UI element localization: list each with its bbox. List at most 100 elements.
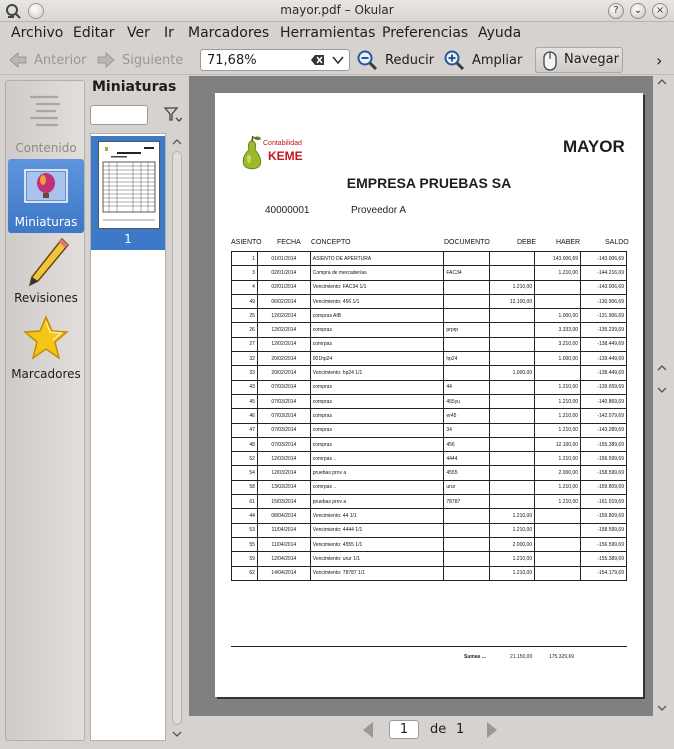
sidebar-item-thumbnails-label: Miniaturas [14, 215, 78, 229]
cell-concepto: compras [309, 379, 445, 395]
cell-saldo: -154.179,69 [580, 565, 627, 581]
next-page-button[interactable]: Siguiente [96, 49, 183, 71]
cell-saldo: -158.599,69 [580, 522, 627, 538]
cell-saldo: -159.809,69 [580, 508, 627, 524]
contents-icon [30, 95, 60, 127]
report-title: MAYOR [563, 137, 625, 156]
cell-asiento: 46 [231, 408, 258, 424]
cell-debe: 2.000,00 [489, 536, 536, 553]
sidebar-item-reviews[interactable]: Revisiones [8, 235, 84, 309]
cell-asiento: 59 [231, 551, 258, 567]
cell-haber: 12.100,00 [534, 436, 582, 453]
cell-asiento: 54 [231, 465, 258, 481]
menu-preferencias[interactable]: Preferencias [382, 25, 468, 41]
help-button[interactable]: ? [608, 3, 624, 19]
col-header-haber: HABER [556, 239, 581, 246]
cell-debe: 1.210,00 [489, 551, 536, 567]
cell-documento [443, 565, 491, 581]
cell-fecha: 02/01/2014 [256, 279, 311, 295]
ledger-row: 47 07/03/2014 compras 34 1.210,00 -143.289,69 [231, 422, 627, 438]
previous-page-arrow-icon[interactable] [361, 721, 375, 739]
filter-icon[interactable] [164, 107, 182, 123]
zoom-combobox[interactable]: 71,68% [200, 49, 350, 71]
document-view[interactable]: Contabilidad KEME MAYOR EMPRESA PRUEBAS … [189, 76, 671, 716]
cell-documento [443, 293, 491, 310]
toolbar-overflow-button[interactable]: › [656, 49, 662, 71]
menu-ayuda[interactable]: Ayuda [478, 25, 521, 41]
cell-saldo: -143.289,69 [580, 422, 627, 438]
cell-saldo: -139.449,69 [580, 351, 627, 367]
cell-fecha: 07/03/2014 [256, 393, 311, 410]
cell-fecha: 12/03/2014 [256, 451, 311, 467]
cell-concepto: compras [309, 436, 445, 453]
cell-concepto: ASIENTO DE APERTURA [309, 250, 445, 267]
cell-saldo: -143.006,69 [580, 279, 627, 295]
thumbnails-search-input[interactable] [90, 105, 148, 125]
next-page-arrow-icon[interactable] [485, 721, 499, 739]
cell-fecha: 01/01/2014 [256, 250, 311, 267]
cell-saldo: -140.869,69 [580, 393, 627, 410]
menu-marcadores[interactable]: Marcadores [188, 25, 269, 41]
page-total: 1 [456, 722, 465, 737]
ledger-row: 43 07/03/2014 compras 44 1.210,00 -139.659,69 [231, 379, 627, 395]
cell-asiento: 55 [231, 536, 258, 553]
thumbnails-scrollbar[interactable] [170, 135, 184, 741]
cell-saldo: -155.389,69 [580, 551, 627, 567]
cell-asiento: 1 [231, 250, 258, 267]
clear-text-icon[interactable] [311, 54, 325, 66]
cell-saldo: -139.659,69 [580, 379, 627, 395]
cell-asiento: 45 [231, 393, 258, 410]
thumbnail-list[interactable]: 1 [90, 133, 166, 741]
cell-concepto: comrpas .. [309, 479, 445, 496]
doc-scroll-middle-icon[interactable] [657, 364, 667, 394]
sidebar-item-bookmarks[interactable]: Marcadores [8, 311, 84, 385]
cell-debe: 1.210,00 [489, 279, 536, 295]
doc-scroll-down-icon[interactable] [657, 704, 667, 712]
cell-haber [534, 522, 582, 538]
cell-concepto: 001hp24 [309, 351, 445, 367]
cell-concepto: Vencimiento: 456 1/1 [309, 293, 445, 310]
cell-debe [489, 322, 536, 338]
menu-ver[interactable]: Ver [127, 25, 150, 41]
ledger-row: 44 08/04/2014 Vencimiento: 44 1/1 1.210,00 -… [231, 508, 627, 524]
menu-herramientas[interactable]: Herramientas [280, 25, 375, 41]
account-code: 40000001 [265, 205, 310, 216]
logo-name: KEME [268, 149, 303, 163]
scroll-down-icon[interactable] [172, 729, 182, 739]
chevron-down-icon[interactable] [331, 54, 345, 66]
cell-fecha: 07/03/2014 [256, 422, 311, 438]
browse-tool-button[interactable]: Navegar [535, 47, 623, 73]
sidebar-item-thumbnails[interactable]: Miniaturas [8, 159, 84, 233]
thumbnails-scroll-track[interactable] [172, 151, 182, 725]
cell-debe: 1.210,00 [489, 508, 536, 524]
cell-debe [489, 379, 536, 395]
close-button[interactable]: × [652, 3, 668, 19]
cell-asiento: 32 [231, 351, 258, 367]
zoom-out-button[interactable]: Reducir [357, 49, 434, 71]
previous-page-button[interactable]: Anterior [8, 49, 86, 71]
cell-fecha: 13/03/2014 [256, 479, 311, 496]
scroll-up-icon[interactable] [172, 137, 182, 147]
doc-scroll-up-icon[interactable] [657, 78, 667, 86]
cell-asiento: 3 [231, 265, 258, 281]
cell-asiento: 48 [231, 436, 258, 453]
cell-fecha: 15/03/2014 [256, 494, 311, 510]
cell-saldo: -156.599,69 [580, 536, 627, 553]
cell-fecha: 07/03/2014 [256, 408, 311, 424]
cell-fecha: 06/02/2014 [256, 293, 311, 310]
cell-fecha: 12/02/2014 [256, 336, 311, 353]
thumbnail-item-selected[interactable]: 1 [91, 136, 165, 250]
document-scrollbar[interactable] [653, 76, 671, 716]
menu-archivo[interactable]: Archivo [11, 25, 63, 41]
page-number-input[interactable]: 1 [389, 720, 419, 739]
cell-saldo: -138.449,69 [580, 336, 627, 353]
cell-asiento: 26 [231, 322, 258, 338]
minimize-button[interactable]: ⌄ [630, 3, 646, 19]
menu-ir[interactable]: Ir [164, 25, 174, 41]
sidebar-item-contents[interactable]: Contenido [8, 85, 84, 159]
zoom-in-button[interactable]: Ampliar [444, 49, 522, 71]
arrow-left-icon [9, 51, 27, 69]
cell-documento: 78787 [443, 494, 491, 510]
cell-saldo: -131.906,69 [580, 308, 627, 324]
menu-editar[interactable]: Editar [73, 25, 114, 41]
